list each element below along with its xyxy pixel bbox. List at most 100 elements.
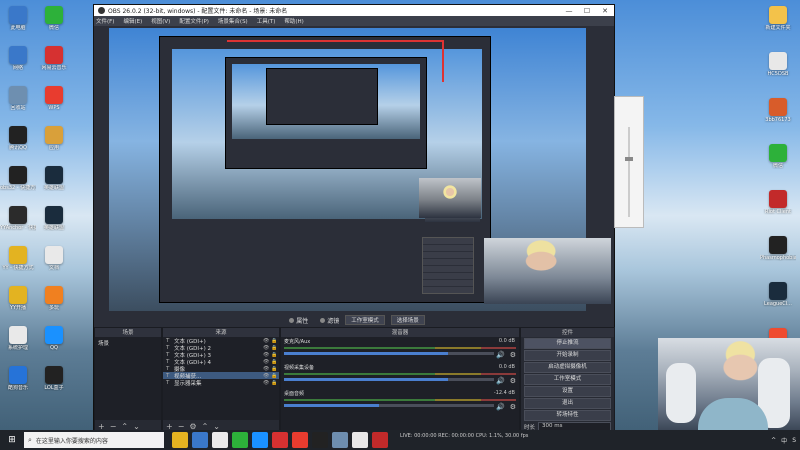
minimize-icon[interactable]: — — [560, 7, 578, 15]
desktop-icon[interactable]: 新建文件夹 — [760, 6, 796, 31]
obs-window: OBS 26.0.2 (32-bit, windows) - 配置文件: 未命名… — [93, 4, 615, 433]
desktop-icon[interactable]: 英雄联盟 — [36, 206, 72, 231]
eye-icon[interactable]: 👁 — [263, 380, 271, 386]
menu-bar: 文件(F) 编辑(E) 视图(V) 配置文件(P) 场景集合(S) 工具(T) … — [94, 16, 614, 26]
filters-button[interactable]: 滤镜 — [320, 316, 339, 325]
desktop-icon[interactable]: LOL盒子 — [36, 366, 72, 391]
taskbar-app-icon[interactable] — [332, 432, 348, 448]
volume-fader[interactable] — [284, 352, 494, 355]
desktop-icon[interactable]: 网络 — [0, 46, 36, 71]
menu-scene-collection[interactable]: 场景集合(S) — [218, 17, 248, 25]
menu-file[interactable]: 文件(F) — [96, 17, 114, 25]
desktop-icon[interactable]: YY开播 — [0, 286, 36, 311]
menu-tools[interactable]: 工具(T) — [257, 17, 276, 25]
taskbar-app-icon[interactable] — [372, 432, 388, 448]
desktop-icon-label: LeagueCl... — [764, 301, 792, 307]
eye-icon[interactable]: 👁 — [263, 338, 271, 344]
desktop-icon[interactable]: 网易云音乐 — [36, 46, 72, 71]
windows-start-icon[interactable]: ⊞ — [0, 435, 24, 445]
desktop-icon[interactable]: Phasmophobia — [760, 236, 796, 261]
lock-icon[interactable]: 🔒 — [271, 359, 279, 365]
lock-icon[interactable]: 🔒 — [271, 345, 279, 351]
desktop-icon-label: 网易云音乐 — [41, 65, 67, 71]
menu-help[interactable]: 帮助(H) — [284, 17, 303, 25]
desktop-icon[interactable]: LeagueCl... — [760, 282, 796, 307]
speaker-icon[interactable]: 🔊 — [496, 351, 505, 359]
desktop-icon[interactable]: WPS — [36, 86, 72, 111]
volume-fader[interactable] — [284, 404, 494, 407]
taskbar-app-icon[interactable] — [252, 432, 268, 448]
taskbar-app-icon[interactable] — [292, 432, 308, 448]
select-scene-button[interactable]: 选择场景 — [390, 315, 425, 325]
speaker-icon[interactable]: 🔊 — [496, 403, 505, 411]
gear-icon[interactable]: ⚙ — [510, 403, 516, 411]
lock-icon[interactable]: 🔒 — [271, 366, 279, 372]
desktop-icon[interactable]: 此电脑 — [0, 6, 36, 31]
desktop-icon[interactable]: 应用 — [36, 126, 72, 151]
studio-mode-label[interactable]: 工作室模式 — [345, 315, 385, 325]
taskbar-app-icon[interactable] — [232, 432, 248, 448]
taskbar-search[interactable]: ⌕ 在这里输入你要搜索的内容 — [24, 432, 164, 448]
control-button[interactable]: 设置 — [524, 386, 611, 397]
desktop-icon[interactable]: HC5DSB — [760, 52, 796, 77]
menu-edit[interactable]: 编辑(E) — [123, 17, 142, 25]
desktop-icon[interactable]: Riot Client — [760, 190, 796, 215]
desktop-icon-label: 此电脑 — [10, 25, 26, 31]
taskbar-app-icon[interactable] — [272, 432, 288, 448]
eye-icon[interactable]: 👁 — [263, 373, 271, 379]
desktop-icon[interactable]: 多玩 — [36, 286, 72, 311]
desktop-icon[interactable]: 微信 — [760, 144, 796, 169]
desktop-icon-label: YYAnchor - 快捷方式 — [0, 225, 36, 231]
desktop-icon[interactable]: 文档 — [36, 246, 72, 271]
taskbar-app-icon[interactable] — [352, 432, 368, 448]
tray-app-icon[interactable]: S — [792, 437, 796, 444]
lock-icon[interactable]: 🔒 — [271, 373, 279, 379]
gear-icon[interactable]: ⚙ — [510, 351, 516, 359]
control-button[interactable]: 停止推流 — [524, 338, 611, 349]
desktop-icon[interactable]: 腾讯QQ — [0, 126, 36, 151]
desktop-icon[interactable]: QQ — [36, 326, 72, 351]
eye-icon[interactable]: 👁 — [263, 359, 271, 365]
control-button[interactable]: 退出 — [524, 398, 611, 409]
lock-icon[interactable]: 🔒 — [271, 380, 279, 386]
control-button[interactable]: 启动虚拟摄像机 — [524, 362, 611, 373]
properties-button[interactable]: 属性 — [289, 316, 308, 325]
control-button[interactable]: 工作室模式 — [524, 374, 611, 385]
taskbar-app-icon[interactable] — [212, 432, 228, 448]
desktop-icon[interactable]: YYAnchor - 快捷方式 — [0, 206, 36, 231]
desktop-icon[interactable]: 系统护理 — [0, 326, 36, 351]
channel-db: 0.0 dB — [498, 338, 515, 344]
eye-icon[interactable]: 👁 — [263, 366, 271, 372]
taskbar-app-icon[interactable] — [172, 432, 188, 448]
volume-slider-track[interactable] — [628, 127, 630, 217]
taskbar-app-icon[interactable] — [312, 432, 328, 448]
desktop-icon[interactable]: 回收站 — [0, 86, 36, 111]
eye-icon[interactable]: 👁 — [263, 352, 271, 358]
desktop-icon[interactable]: 酷狗音乐 — [0, 366, 36, 391]
desktop-icon[interactable]: YY - 快捷方式 — [0, 246, 36, 271]
menu-view[interactable]: 视图(V) — [151, 17, 170, 25]
close-icon[interactable]: ✕ — [596, 7, 614, 15]
gear-icon[interactable]: ⚙ — [510, 377, 516, 385]
source-item[interactable]: T 显示器采集 👁 🔒 — [163, 379, 279, 387]
speaker-icon[interactable]: 🔊 — [496, 377, 505, 385]
control-button[interactable]: 开始录制 — [524, 350, 611, 361]
desktop-icon[interactable]: obs32 - 快捷方式 — [0, 166, 36, 191]
lock-icon[interactable]: 🔒 — [271, 352, 279, 358]
control-button[interactable]: 转场特性 — [524, 410, 611, 421]
volume-slider-thumb[interactable] — [625, 157, 633, 161]
eye-icon[interactable]: 👁 — [263, 345, 271, 351]
source-type-icon: T — [166, 344, 170, 351]
desktop-icon-label: Riot Client — [765, 209, 791, 215]
ime-indicator[interactable]: 中 — [781, 436, 787, 445]
menu-profile[interactable]: 配置文件(P) — [179, 17, 209, 25]
desktop-icon[interactable]: 3bb76173 — [760, 98, 796, 123]
lock-icon[interactable]: 🔒 — [271, 338, 279, 344]
desktop-icon[interactable]: 微信 — [36, 6, 72, 31]
tray-chevron-icon[interactable]: ^ — [771, 437, 776, 444]
desktop-icon[interactable]: 英雄联盟 — [36, 166, 72, 191]
taskbar-app-icon[interactable] — [192, 432, 208, 448]
volume-fader[interactable] — [284, 378, 494, 381]
maximize-icon[interactable]: ☐ — [578, 7, 596, 15]
scene-item[interactable]: 场景 — [95, 337, 161, 349]
